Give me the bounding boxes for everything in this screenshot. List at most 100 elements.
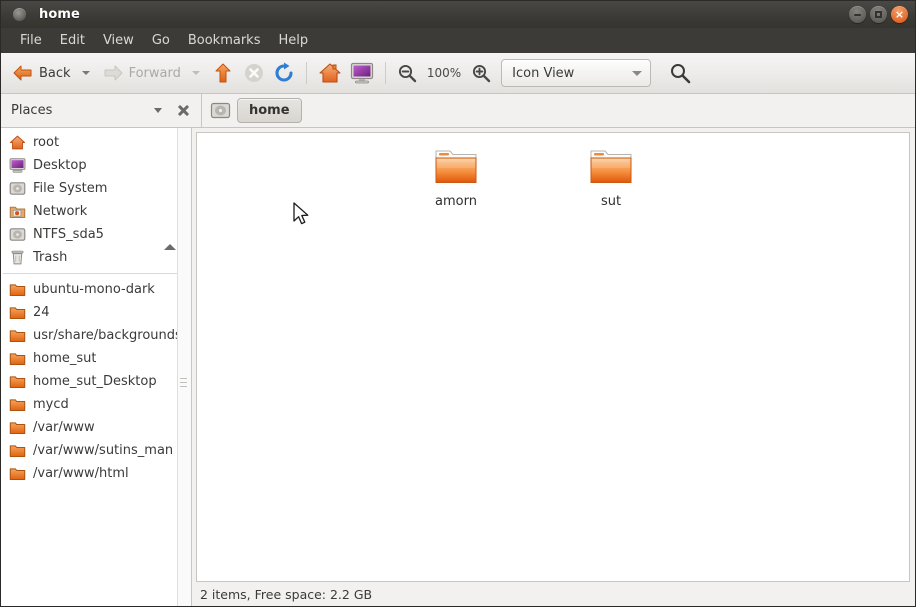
file-item-sut[interactable]: sut <box>564 145 658 209</box>
sidebar-scrollbar[interactable] <box>177 128 191 606</box>
sidebar-item-bookmark-8[interactable]: /var/www/html <box>1 462 191 485</box>
back-button[interactable]: Back <box>7 58 75 88</box>
folder-icon <box>9 304 26 321</box>
up-arrow-icon <box>211 61 235 85</box>
window-controls: × <box>849 6 908 23</box>
up-button[interactable] <box>207 58 239 88</box>
sidebar-item-bookmark-5[interactable]: mycd <box>1 393 191 416</box>
file-manager-window: home × File Edit View Go Bookmarks Help … <box>0 0 916 607</box>
sidebar-item-bookmark-2[interactable]: usr/share/backgrounds <box>1 324 191 347</box>
reload-icon <box>273 62 295 84</box>
sidebar-item-bookmark-7[interactable]: /var/www/sutins_man <box>1 439 191 462</box>
back-label: Back <box>39 65 71 81</box>
toolbar: Back Forward 100% Icon View <box>1 53 915 94</box>
file-icon-view[interactable]: amorn sut <box>196 132 910 582</box>
computer-icon <box>350 62 374 84</box>
scrollbar-grip[interactable] <box>180 378 187 389</box>
folder-icon <box>9 350 26 367</box>
sidebar-item-root[interactable]: root <box>1 131 191 154</box>
places-title: Places <box>11 103 53 118</box>
back-arrow-icon <box>11 61 35 85</box>
content-pane: amorn sut 2 items, Free space: 2.2 GB <box>192 128 915 606</box>
breadcrumb: home <box>202 94 915 127</box>
sidebar-label: /var/www/html <box>33 466 129 481</box>
search-button[interactable] <box>665 58 695 88</box>
maximize-button[interactable] <box>870 6 887 23</box>
window-menu-icon[interactable] <box>13 8 26 21</box>
sidebar-item-bookmark-4[interactable]: home_sut_Desktop <box>1 370 191 393</box>
toolbar-separator-2 <box>384 62 386 84</box>
sidebar-item-desktop[interactable]: Desktop <box>1 154 191 177</box>
folder-icon <box>9 465 26 482</box>
stop-icon <box>243 62 265 84</box>
home-icon <box>318 61 342 85</box>
harddisk-icon <box>210 101 231 120</box>
folder-icon <box>9 442 26 459</box>
sidebar-separator <box>3 273 185 274</box>
home-icon <box>9 134 26 151</box>
breadcrumb-home[interactable]: home <box>237 98 302 123</box>
eject-icon[interactable] <box>164 229 177 250</box>
folder-icon <box>9 396 26 413</box>
zoom-out-button[interactable] <box>393 58 421 88</box>
zoom-in-button[interactable] <box>467 58 495 88</box>
sidebar-label: /var/www <box>33 420 95 435</box>
zoom-out-icon <box>397 63 417 83</box>
sidebar-label: File System <box>33 181 108 196</box>
sidebar-item-file-system[interactable]: File System <box>1 177 191 200</box>
view-mode-label: Icon View <box>512 65 575 81</box>
folder-icon <box>9 373 26 390</box>
sidebar-label: Network <box>33 204 88 219</box>
sidebar-item-ntfs-sda5[interactable]: NTFS_sda5 <box>1 223 191 250</box>
places-header: Places <box>1 94 202 127</box>
file-name: amorn <box>435 194 477 209</box>
folder-icon <box>587 145 635 189</box>
close-button[interactable]: × <box>891 6 908 23</box>
sidebar-item-bookmark-1[interactable]: 24 <box>1 301 191 324</box>
minimize-button[interactable] <box>849 6 866 23</box>
desktop-monitor-icon <box>9 157 26 174</box>
file-name: sut <box>600 194 622 209</box>
sidebar-label: /var/www/sutins_man <box>33 443 174 458</box>
sidebar-label: usr/share/backgrounds <box>33 328 182 343</box>
home-button[interactable] <box>314 58 346 88</box>
menu-go[interactable]: Go <box>143 31 179 50</box>
sidebar-item-network[interactable]: Network <box>1 200 191 223</box>
close-icon[interactable] <box>176 103 191 118</box>
menu-bookmarks[interactable]: Bookmarks <box>179 31 270 50</box>
sidebar-item-bookmark-0[interactable]: ubuntu-mono-dark <box>1 278 191 301</box>
search-icon <box>669 62 691 84</box>
menu-view[interactable]: View <box>94 31 143 50</box>
forward-arrow-icon <box>101 61 125 85</box>
trash-icon <box>9 249 26 266</box>
sidebar-label: Desktop <box>33 158 87 173</box>
status-text: 2 items, Free space: 2.2 GB <box>200 586 373 602</box>
network-folder-icon <box>9 203 26 220</box>
view-mode-dropdown[interactable]: Icon View <box>501 59 652 87</box>
sidebar-item-trash[interactable]: Trash <box>1 246 191 269</box>
menu-help[interactable]: Help <box>269 31 317 50</box>
window-body: root Desktop File System Network NTFS_sd… <box>1 128 915 606</box>
close-icon: × <box>894 8 905 21</box>
folder-icon <box>9 281 26 298</box>
sidebar-item-bookmark-3[interactable]: home_sut <box>1 347 191 370</box>
harddisk-icon <box>9 180 26 197</box>
back-dropdown-icon[interactable] <box>81 71 90 75</box>
reload-button[interactable] <box>269 58 299 88</box>
stop-button <box>239 58 269 88</box>
menu-edit[interactable]: Edit <box>51 31 94 50</box>
forward-label: Forward <box>128 65 181 81</box>
folder-icon <box>9 419 26 436</box>
sidebar-label: Trash <box>33 250 68 265</box>
sidebar-item-bookmark-6[interactable]: /var/www <box>1 416 191 439</box>
sidebar-label: home_sut_Desktop <box>33 374 157 389</box>
forward-button: Forward <box>97 58 185 88</box>
window-title: home <box>39 7 80 22</box>
menu-file[interactable]: File <box>11 31 51 50</box>
chevron-down-icon[interactable] <box>154 108 162 113</box>
file-item-amorn[interactable]: amorn <box>409 145 503 209</box>
sidebar-label: mycd <box>33 397 69 412</box>
computer-button[interactable] <box>346 58 378 88</box>
sidebar-label: 24 <box>33 305 50 320</box>
location-bar: Places home <box>1 94 915 128</box>
